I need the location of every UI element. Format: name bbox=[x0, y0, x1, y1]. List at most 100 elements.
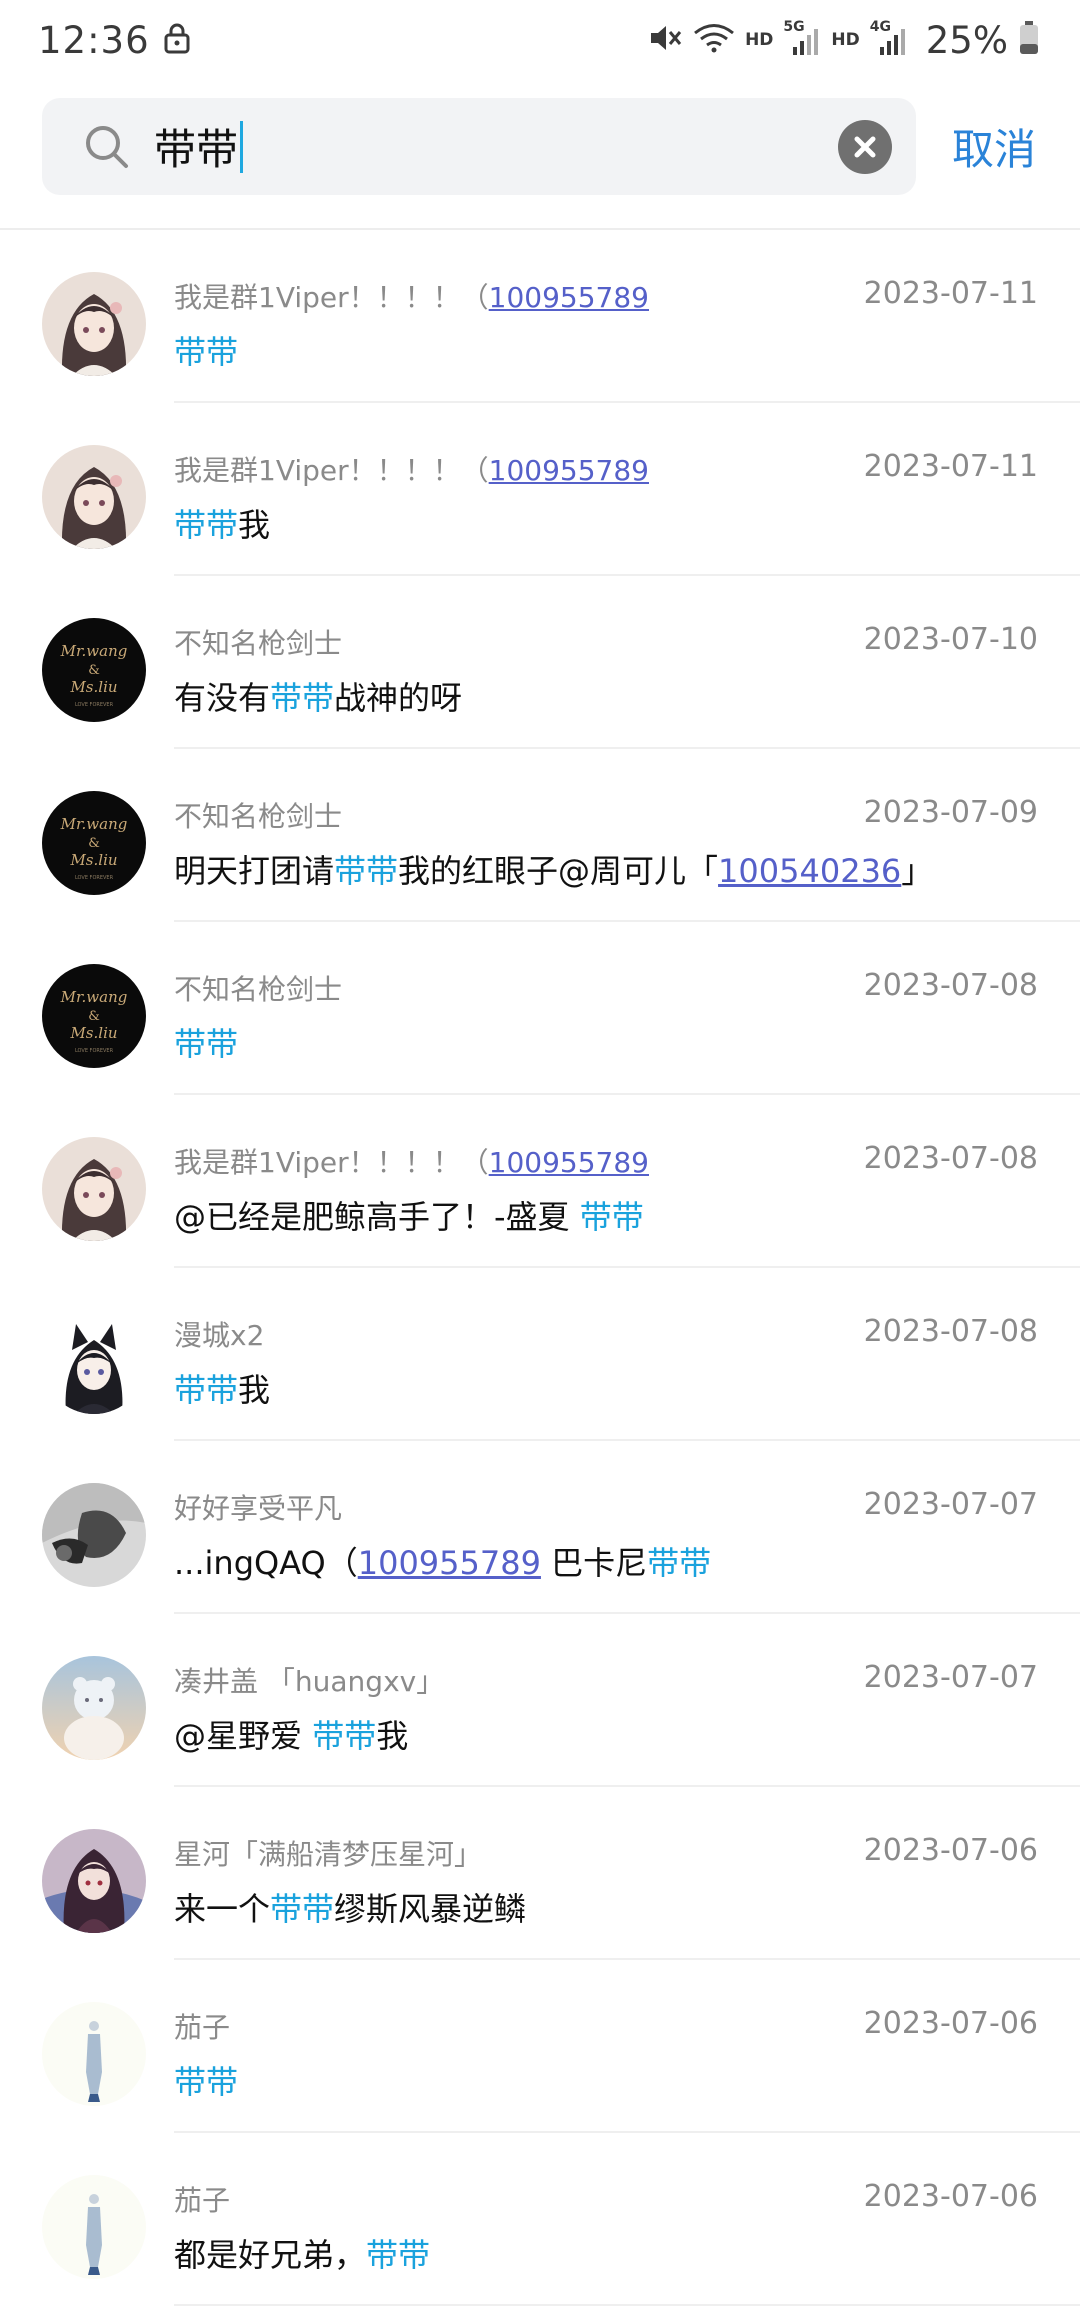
message-link[interactable]: 100955789 bbox=[358, 1544, 541, 1582]
sender-name: 茄子 bbox=[174, 2006, 230, 2046]
message-text: @已经是肥鲸高手了！-盛夏 带带 bbox=[174, 1192, 644, 1238]
keyword-highlight: 带带 bbox=[334, 852, 399, 890]
wifi-icon bbox=[693, 22, 735, 58]
sender-name-text: 凑井盖 「huangxv」 bbox=[174, 1665, 445, 1698]
result-row[interactable]: 好好享受平凡 2023-07-07 ...ingQAQ（100955789 巴卡尼带… bbox=[0, 1441, 1080, 1614]
sender-id-link[interactable]: 100955789 bbox=[489, 1146, 649, 1179]
message-segment: @已经是肥鲸高手了！-盛夏 bbox=[174, 1198, 580, 1236]
message-segment: 都是好兄弟， bbox=[174, 2236, 367, 2274]
sender-name: 茄子 bbox=[174, 2179, 230, 2219]
battery-icon bbox=[1018, 20, 1040, 60]
message-link[interactable]: 100540236 bbox=[718, 852, 901, 890]
result-row[interactable]: Mr.wang & Ms.liu LOVE FOREVER 不知名枪剑士 2023-07-… bbox=[0, 576, 1080, 749]
search-input[interactable]: 带带 bbox=[42, 98, 916, 195]
message-date: 2023-07-10 bbox=[863, 622, 1038, 657]
avatar[interactable] bbox=[42, 1483, 146, 1587]
sender-id-link[interactable]: 100955789 bbox=[489, 281, 649, 314]
search-bar: 带带 取消 bbox=[42, 98, 1052, 195]
text-caret bbox=[240, 120, 244, 173]
svg-text:Ms.liu: Ms.liu bbox=[69, 851, 117, 869]
hd-label-2: HD bbox=[831, 30, 860, 50]
result-row[interactable]: 漫城x2 2023-07-08 带带我 bbox=[0, 1268, 1080, 1441]
result-row[interactable]: 我是群1Viper！！！！（100955789 2023-07-11 带带我 bbox=[0, 403, 1080, 576]
svg-text:Mr.wang: Mr.wang bbox=[60, 642, 128, 660]
result-row[interactable]: Mr.wang & Ms.liu LOVE FOREVER 不知名枪剑士 2023-07-… bbox=[0, 749, 1080, 922]
result-row[interactable]: 茄子 2023-07-06 带带 bbox=[0, 1960, 1080, 2133]
keyword-highlight: 带带 bbox=[579, 1198, 644, 1236]
result-row[interactable]: 我是群1Viper！！！！（100955789 2023-07-11 带带 bbox=[0, 230, 1080, 403]
search-results-list: 我是群1Viper！！！！（100955789 2023-07-11 带带 我是群1V… bbox=[0, 230, 1080, 2306]
sender-name: 我是群1Viper！！！！（100955789 bbox=[174, 1141, 649, 1181]
sender-name: 不知名枪剑士 bbox=[174, 968, 342, 1008]
message-segment: 来一个 bbox=[174, 1890, 271, 1928]
avatar-photo-image bbox=[42, 1483, 146, 1587]
message-text: 带带我 bbox=[174, 500, 270, 546]
avatar[interactable] bbox=[42, 1310, 146, 1414]
status-bar: 12:36 HD 5G HD 4G 25% bbox=[0, 0, 1080, 80]
message-segment: 明天打团请 bbox=[174, 852, 335, 890]
avatar[interactable]: Mr.wang & Ms.liu LOVE FOREVER bbox=[42, 964, 146, 1068]
avatar-black-logo-image: Mr.wang &Ms.liu LOVE FOREVER bbox=[42, 791, 146, 895]
result-row[interactable]: Mr.wang & Ms.liu LOVE FOREVER 不知名枪剑士 2023-07-… bbox=[0, 922, 1080, 1095]
sender-name: 不知名枪剑士 bbox=[174, 795, 342, 835]
sender-name-text: 不知名枪剑士 bbox=[174, 800, 343, 833]
message-text: 明天打团请带带我的红眼子@周可儿「100540236」 bbox=[174, 846, 933, 892]
message-segment: 缪斯风暴逆鳞 bbox=[334, 1890, 527, 1928]
sender-name: 凑井盖 「huangxv」 bbox=[174, 1660, 444, 1700]
sender-id-link[interactable]: 100955789 bbox=[489, 454, 649, 487]
avatar[interactable] bbox=[42, 445, 146, 549]
cancel-button[interactable]: 取消 bbox=[952, 116, 1036, 177]
battery-percent: 25% bbox=[925, 18, 1008, 62]
message-text: 带带 bbox=[174, 327, 238, 373]
avatar[interactable] bbox=[42, 2175, 146, 2279]
sender-name-text: 不知名枪剑士 bbox=[174, 973, 343, 1006]
message-date: 2023-07-11 bbox=[863, 449, 1038, 484]
avatar-cat-girl-image bbox=[42, 1310, 146, 1414]
sender-name: 漫城x2 bbox=[174, 1314, 264, 1354]
message-segment: 我 bbox=[238, 1371, 271, 1409]
message-text: 带带 bbox=[174, 2057, 238, 2103]
result-row[interactable]: 我是群1Viper！！！！（100955789 2023-07-08 @已经是肥鲸高… bbox=[0, 1095, 1080, 1268]
message-text: 来一个带带缪斯风暴逆鳞 bbox=[174, 1884, 526, 1930]
avatar-anime-girl-image bbox=[42, 272, 146, 376]
avatar[interactable]: Mr.wang & Ms.liu LOVE FOREVER bbox=[42, 791, 146, 895]
message-segment: @星野爱 bbox=[174, 1717, 313, 1755]
status-right: HD 5G HD 4G 25% bbox=[647, 19, 1040, 62]
message-segment: 我 bbox=[376, 1717, 409, 1755]
avatar[interactable] bbox=[42, 2002, 146, 2106]
mute-icon bbox=[647, 22, 683, 58]
avatar-sky-image bbox=[42, 1656, 146, 1760]
message-text: 有没有带带战神的呀 bbox=[174, 673, 462, 719]
result-row[interactable]: 凑井盖 「huangxv」 2023-07-07 @星野爱 带带我 bbox=[0, 1614, 1080, 1787]
clear-button[interactable] bbox=[838, 119, 892, 174]
avatar[interactable] bbox=[42, 1656, 146, 1760]
sender-name-text: 我是群1Viper！！！！（ bbox=[174, 454, 489, 487]
result-row[interactable]: 茄子 2023-07-06 都是好兄弟，带带 bbox=[0, 2133, 1080, 2306]
sender-name-text: 好好享受平凡 bbox=[174, 1492, 343, 1525]
message-date: 2023-07-06 bbox=[863, 2179, 1038, 2214]
signal-icon: 4G bbox=[870, 19, 908, 57]
sender-name-text: 茄子 bbox=[174, 2011, 231, 2044]
svg-text:Ms.liu: Ms.liu bbox=[69, 678, 117, 696]
search-icon bbox=[86, 125, 128, 168]
svg-text:LOVE FOREVER: LOVE FOREVER bbox=[75, 1048, 114, 1054]
avatar[interactable] bbox=[42, 272, 146, 376]
message-segment: 有没有 bbox=[174, 679, 271, 717]
result-row[interactable]: 星河「满船清梦压星河」 2023-07-06 来一个带带缪斯风暴逆鳞 bbox=[0, 1787, 1080, 1960]
avatar[interactable]: Mr.wang & Ms.liu LOVE FOREVER bbox=[42, 618, 146, 722]
avatar[interactable] bbox=[42, 1829, 146, 1933]
keyword-highlight: 带带 bbox=[174, 1371, 239, 1409]
avatar[interactable] bbox=[42, 1137, 146, 1241]
sender-name: 星河「满船清梦压星河」 bbox=[174, 1833, 482, 1873]
keyword-highlight: 带带 bbox=[174, 333, 239, 371]
avatar-black-logo-image: Mr.wang &Ms.liu LOVE FOREVER bbox=[42, 964, 146, 1068]
svg-text:Mr.wang: Mr.wang bbox=[60, 988, 128, 1006]
avatar-anime-girl-image bbox=[42, 445, 146, 549]
message-date: 2023-07-08 bbox=[863, 1141, 1038, 1176]
keyword-highlight: 带带 bbox=[647, 1544, 712, 1582]
sender-name: 我是群1Viper！！！！（100955789 bbox=[174, 449, 649, 489]
close-icon bbox=[854, 136, 876, 157]
svg-text:&: & bbox=[88, 663, 100, 678]
keyword-highlight: 带带 bbox=[366, 2236, 431, 2274]
avatar-dark-anime-image bbox=[42, 1829, 146, 1933]
